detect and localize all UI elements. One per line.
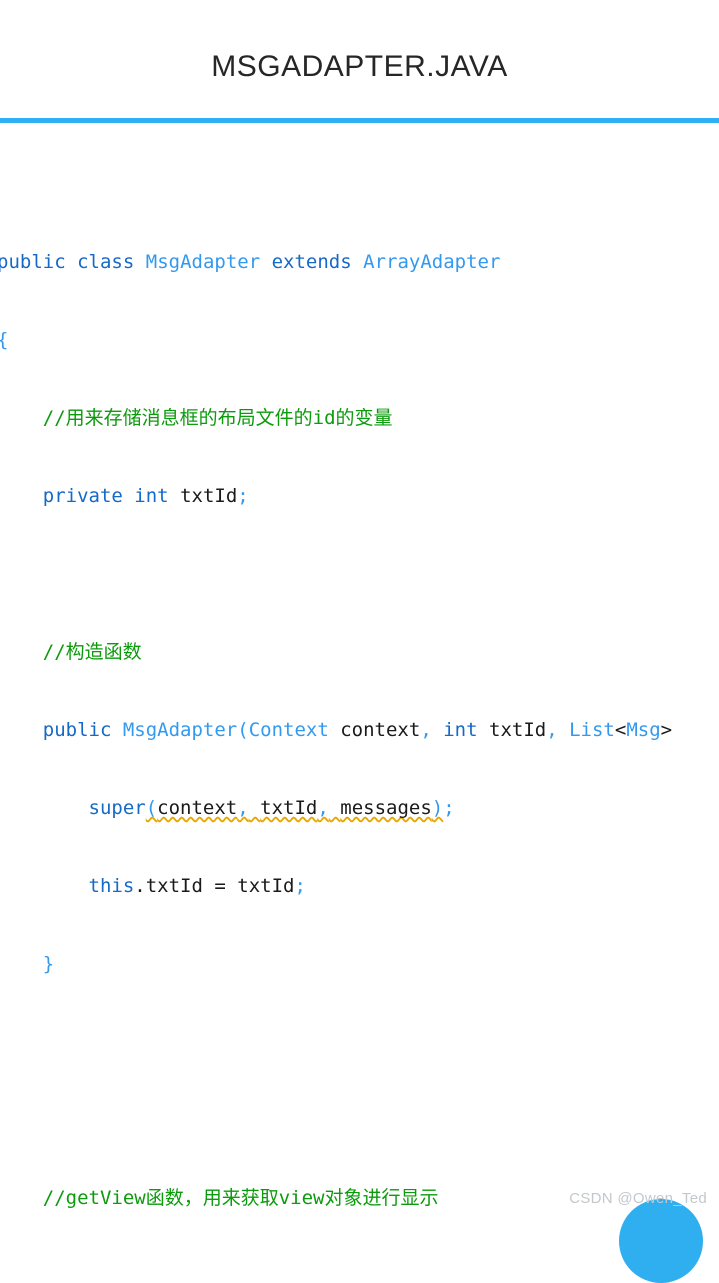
code-line: {	[0, 327, 719, 353]
decorative-circle	[619, 1199, 703, 1283]
code-line: public MsgAdapter(Context context, int t…	[42, 719, 673, 741]
code-line: super(context, txtId, messages);	[88, 797, 455, 819]
code-viewer[interactable]: public class MsgAdapter extends ArrayAda…	[0, 123, 719, 1219]
code-line: this.txtId = txtId;	[88, 875, 306, 897]
page-title: MSGADAPTER.JAVA	[211, 50, 508, 83]
code-line: //用来存储消息框的布局文件的id的变量	[42, 407, 393, 429]
code-line: //构造函数	[42, 641, 142, 663]
code-line: private int txtId;	[42, 485, 249, 507]
code-line: }	[42, 953, 55, 975]
page-header: MSGADAPTER.JAVA	[0, 0, 719, 123]
code-line: public class MsgAdapter extends ArrayAda…	[0, 251, 501, 273]
code-block: public class MsgAdapter extends ArrayAda…	[0, 171, 719, 1219]
watermark-text: CSDN @Owen_Ted	[569, 1190, 707, 1207]
